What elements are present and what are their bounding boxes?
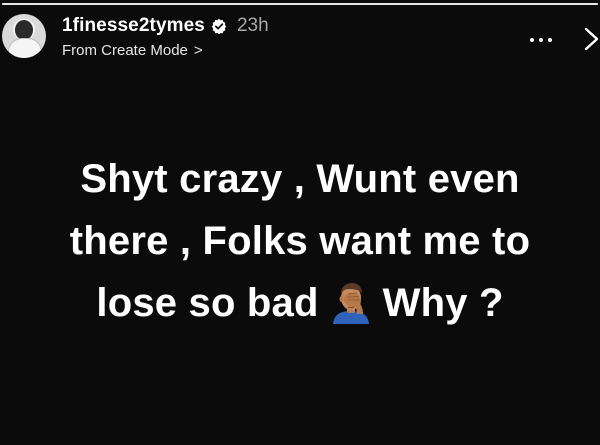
face-palm-emoji-icon xyxy=(332,283,369,324)
story-viewer: 1finesse2tymes 23h From Create Mode > Sh… xyxy=(0,0,600,445)
username[interactable]: 1finesse2tymes xyxy=(62,15,205,37)
story-caption: Shyt crazy , Wunt even there , Folks wan… xyxy=(20,148,580,334)
chevron-right-icon: > xyxy=(193,42,203,59)
caption-line-3-end: Why ? xyxy=(382,281,504,325)
caption-line-1: Shyt crazy , Wunt even xyxy=(80,157,520,201)
avatar-body xyxy=(8,38,42,58)
more-options-icon[interactable] xyxy=(530,36,554,44)
story-header: 1finesse2tymes 23h xyxy=(62,13,269,39)
caption-line-2: there , Folks want me to xyxy=(69,219,531,263)
source-label: From Create Mode xyxy=(62,42,188,59)
story-progress-bar xyxy=(2,3,598,5)
avatar-head xyxy=(15,20,33,40)
caption-line-3-start: lose so bad xyxy=(96,281,319,325)
caption-line-3: lose so bad Why ? xyxy=(20,272,580,334)
verified-badge-icon xyxy=(211,18,227,34)
avatar[interactable] xyxy=(2,14,46,58)
create-mode-link[interactable]: From Create Mode > xyxy=(62,42,203,59)
timestamp: 23h xyxy=(236,15,269,36)
close-icon[interactable] xyxy=(582,24,600,54)
story-progress-fill xyxy=(2,3,598,5)
